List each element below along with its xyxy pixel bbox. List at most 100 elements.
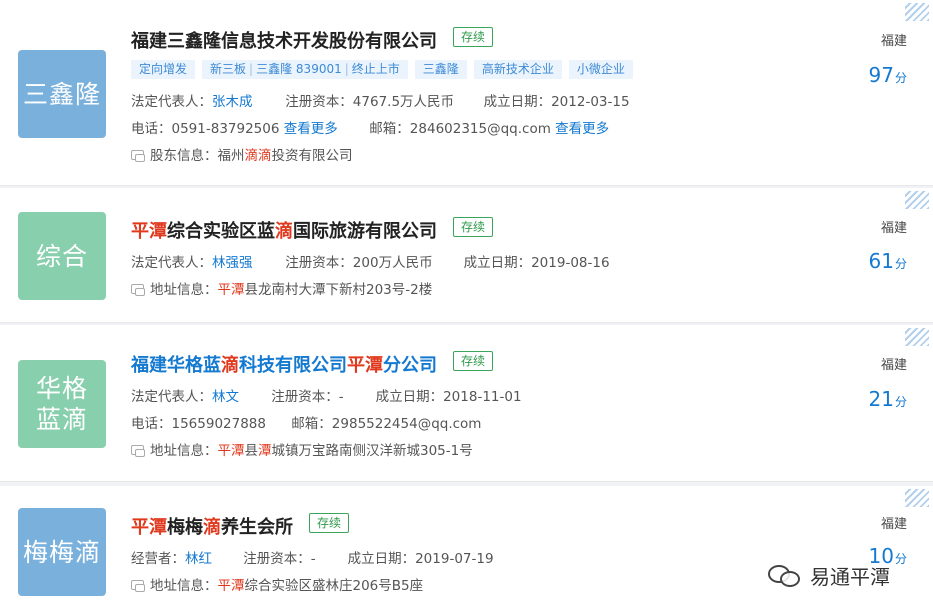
status-badge: 存续 [453,217,494,237]
score-unit: 分 [894,552,907,566]
extra-info-row: 地址信息：平潭县龙南村大潭下新村203号-2楼 [131,278,432,298]
more-phone-link[interactable]: 查看更多 [284,121,338,137]
region-label: 福建 [880,34,907,49]
legal-rep-link[interactable]: 林强强 [212,255,253,271]
company-name-link[interactable]: 平潭梅梅滴养生会所 [131,513,293,539]
company-name-link[interactable]: 平潭综合实验区蓝滴国际旅游有限公司 [131,217,437,243]
status-badge: 存续 [453,351,494,371]
tag-list: 定向增发 新三板 | 三鑫隆 839001 | 终止上市 三鑫隆 高新技术企业 小微企业 [131,60,633,79]
corner-ribbon-icon [905,489,929,507]
tag[interactable]: 小微企业 [568,60,633,79]
logo-text: 综合 [35,241,88,271]
tag-part: 三鑫隆 [256,62,293,76]
contact-row: 电话：15659027888 邮箱：2985522454@qq.com [131,412,481,432]
info-text: 县 [244,443,259,459]
tag[interactable]: 高新技术企业 [473,60,562,79]
location-icon [131,580,145,592]
info-label: 股东信息： [150,148,218,164]
email-value: 2985522454@qq.com [331,416,482,432]
info-highlight: 平潭 [217,443,245,459]
tag-part: 新三板 [210,62,247,76]
corner-ribbon-icon [905,328,929,346]
tag[interactable]: 三鑫隆 [414,60,467,79]
company-logo: 三鑫隆 [18,50,106,138]
score-unit: 分 [894,71,907,85]
name-highlight: 平潭 [131,221,167,242]
info-highlight: 潭 [258,443,272,459]
tag[interactable]: 定向增发 [131,60,196,79]
company-logo: 综合 [18,212,106,300]
company-card[interactable]: 三鑫隆 福建三鑫隆信息技术开发股份有限公司 存续 定向增发 新三板 | 三鑫隆 83… [0,0,933,186]
basic-info-row: 经营者：林红 注册资本：- 成立日期：2019-07-19 [131,547,494,567]
score-unit: 分 [894,257,907,271]
extra-info-row: 地址信息：平潭综合实验区盛林庄206号B5座 [131,574,423,594]
info-label: 地址信息： [150,578,218,594]
contact-row: 电话：0591-83792506 查看更多 邮箱：284602315@qq.co… [131,117,609,137]
location-icon [131,284,145,296]
score-value: 21 [868,387,894,411]
copy-icon [131,150,145,162]
email-label: 邮箱： [369,121,410,137]
score: 61分 [869,249,907,273]
founded-label: 成立日期： [347,551,416,567]
tag-part: 终止上市 [351,62,400,76]
name-highlight: 滴 [275,221,293,242]
company-name-text: 国际旅游有限公司 [293,221,437,242]
info-text: 城镇万宝路南侧汉洋新城305-1号 [271,443,473,459]
logo-text: 梅梅滴 [22,537,101,567]
company-name-text: 综合实验区蓝 [167,221,275,242]
info-text: 综合实验区盛林庄206号B5座 [244,578,424,594]
score-value: 61 [868,249,894,273]
logo-text: 蓝滴 [35,405,88,434]
founded-value: 2019-08-16 [531,255,610,271]
company-card[interactable]: 华格 蓝滴 福建华格蓝滴科技有限公司平潭分公司 存续 法定代表人：林文 注册资本… [0,325,933,482]
company-name-text: 福建华格蓝 [131,355,221,376]
company-card[interactable]: 梅梅滴 平潭梅梅滴养生会所 存续 经营者：林红 注册资本：- 成立日期：2019… [0,486,933,615]
info-label: 地址信息： [150,443,218,459]
status-badge: 存续 [309,513,350,533]
capital-value: 4767.5万人民币 [352,94,455,110]
company-result-list: 三鑫隆 福建三鑫隆信息技术开发股份有限公司 存续 定向增发 新三板 | 三鑫隆 83… [0,0,933,615]
tag-part: 839001 [295,62,342,76]
legal-rep-link[interactable]: 林红 [185,551,212,567]
name-highlight: 平潭 [347,355,383,376]
legal-rep-link[interactable]: 张木成 [212,94,253,110]
capital-value: - [310,551,316,567]
legal-rep-label: 法定代表人： [131,389,212,405]
company-name-text: 梅梅 [167,517,203,538]
company-name-link[interactable]: 福建三鑫隆信息技术开发股份有限公司 [131,27,437,53]
score: 97分 [869,63,907,87]
company-logo: 华格 蓝滴 [18,360,106,448]
status-badge: 存续 [453,27,494,47]
legal-rep-label: 法定代表人： [131,94,212,110]
capital-label: 注册资本： [285,255,353,271]
score-value: 97 [868,63,894,87]
more-email-link[interactable]: 查看更多 [555,121,609,137]
name-highlight: 滴 [203,517,221,538]
company-name-text: 福建三鑫隆信息技术开发股份有限公司 [131,31,437,52]
legal-rep-label: 经营者： [131,551,185,567]
founded-value: 2012-03-15 [551,94,630,110]
phone-value: 0591-83792506 [171,121,280,137]
info-text: 县龙南村大潭下新村203号-2楼 [244,282,433,298]
logo-text: 华格 [35,374,88,403]
tag-listing[interactable]: 新三板 | 三鑫隆 839001 | 终止上市 [202,60,408,79]
legal-rep-link[interactable]: 林文 [212,389,239,405]
capital-label: 注册资本： [271,389,339,405]
company-name-link[interactable]: 福建华格蓝滴科技有限公司平潭分公司 [131,351,437,377]
corner-ribbon-icon [905,3,929,21]
info-highlight: 滴滴 [244,148,272,164]
score: 21分 [869,387,907,411]
capital-value: 200万人民币 [352,255,433,271]
basic-info-row: 法定代表人：张木成 注册资本：4767.5万人民币 成立日期：2012-03-1… [131,90,630,110]
company-name-text: 分公司 [383,355,437,376]
company-card[interactable]: 综合 平潭综合实验区蓝滴国际旅游有限公司 存续 法定代表人：林强强 注册资本：2… [0,188,933,323]
phone-value: 15659027888 [171,416,266,432]
founded-label: 成立日期： [375,389,444,405]
capital-label: 注册资本： [243,551,311,567]
name-highlight: 平潭 [131,517,167,538]
wechat-icon [768,561,804,589]
email-label: 邮箱： [291,416,332,432]
region-label: 福建 [880,358,907,373]
capital-value: - [338,389,344,405]
